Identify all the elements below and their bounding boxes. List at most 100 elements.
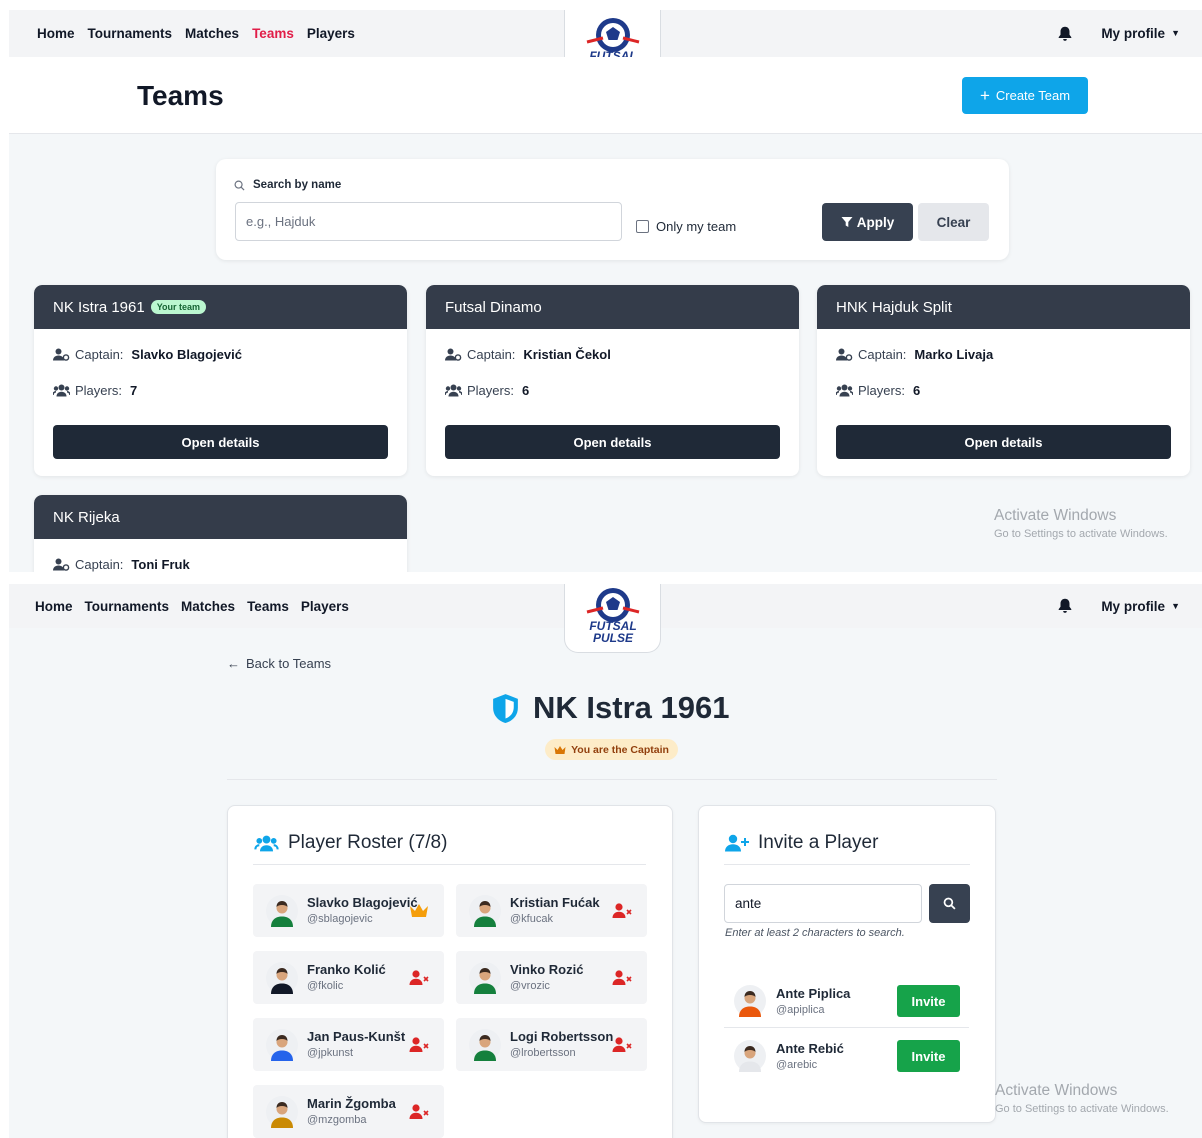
roster-player[interactable]: Logi Robertsson @lrobertsson: [456, 1018, 647, 1071]
player-username: @vrozic: [510, 980, 550, 992]
watermark-subtitle: Go to Settings to activate Windows.: [994, 528, 1168, 540]
apply-button[interactable]: Apply: [822, 203, 913, 241]
player-username: @kfucak: [510, 913, 553, 925]
roster-player[interactable]: Kristian Fućak @kfucak: [456, 884, 647, 937]
user-remove-icon[interactable]: [409, 969, 429, 987]
user-remove-icon[interactable]: [612, 969, 632, 987]
player-name: Logi Robertsson: [510, 1029, 614, 1044]
section-divider: [227, 779, 997, 780]
players-label: Players:: [858, 383, 905, 398]
nav-matches[interactable]: Matches: [185, 26, 239, 41]
nav-teams[interactable]: Teams: [252, 26, 294, 41]
players-label: Players:: [75, 383, 122, 398]
players-row: Players: 7: [53, 383, 137, 398]
player-avatar: [266, 1029, 298, 1061]
team-card-header: Futsal Dinamo: [426, 285, 799, 329]
candidate-username: @arebic: [776, 1059, 818, 1071]
captain-badge-text: You are the Captain: [571, 743, 669, 756]
only-my-team-toggle[interactable]: Only my team: [636, 219, 736, 234]
arrow-left-icon: ←: [227, 656, 240, 671]
nav-players[interactable]: Players: [301, 599, 349, 614]
player-name: Franko Kolić: [307, 962, 386, 977]
player-username: @sblagojevic: [307, 913, 373, 925]
crown-icon: [554, 745, 566, 754]
candidate-name: Ante Piplica: [776, 986, 851, 1001]
futsal-pulse-logo: FUTSAL PULSE: [586, 588, 639, 645]
player-name: Vinko Rozić: [510, 962, 584, 977]
create-team-button[interactable]: + Create Team: [962, 77, 1088, 114]
apply-label: Apply: [856, 214, 895, 230]
roster-player[interactable]: Vinko Rozić @vrozic: [456, 951, 647, 1004]
nav-players[interactable]: Players: [307, 26, 355, 41]
user-remove-icon[interactable]: [409, 1036, 429, 1054]
captain-row: Captain: Marko Livaja: [836, 347, 993, 362]
player-name: Kristian Fućak: [510, 895, 600, 910]
nav-matches[interactable]: Matches: [181, 599, 235, 614]
user-remove-icon[interactable]: [612, 1036, 632, 1054]
create-team-label: Create Team: [995, 88, 1071, 103]
roster-title: Player Roster (7/8): [288, 832, 448, 853]
players-count: 6: [912, 383, 921, 398]
user-tie-icon: [836, 348, 853, 361]
roster-player[interactable]: Marin Žgomba @mzgomba: [253, 1085, 444, 1138]
team-title: NK Istra 1961: [489, 690, 729, 726]
filter-icon: [841, 217, 853, 227]
user-remove-icon[interactable]: [409, 1103, 429, 1121]
roster-player[interactable]: Slavko Blagojević @sblagojevic: [253, 884, 444, 937]
invite-divider: [724, 864, 970, 865]
invite-candidate: Ante Piplica @apiplica Invite: [724, 974, 969, 1028]
players-row: Players: 6: [836, 383, 920, 398]
open-details-button[interactable]: Open details: [53, 425, 388, 459]
player-username: @fkolic: [307, 980, 344, 992]
player-name: Jan Paus-Kunšt: [307, 1029, 406, 1044]
player-avatar: [734, 985, 766, 1017]
brand-line2: PULSE: [592, 631, 633, 645]
user-remove-icon[interactable]: [612, 902, 632, 920]
user-plus-icon: [725, 834, 749, 852]
users-icon: [53, 384, 70, 397]
captain-label: Captain:: [75, 347, 124, 362]
profile-menu[interactable]: My profile ▼: [1101, 599, 1180, 614]
search-input[interactable]: e.g., Hajduk: [235, 202, 622, 241]
team-card: NK Rijeka Captain: Toni Fruk: [34, 495, 407, 572]
team-detail-screen: Home Tournaments Matches Teams Players M…: [9, 584, 1202, 1138]
only-my-team-checkbox[interactable]: [636, 220, 649, 233]
nav-tournaments[interactable]: Tournaments: [85, 599, 170, 614]
invite-search-value: ante: [735, 896, 762, 911]
back-to-teams-link[interactable]: ← Back to Teams: [227, 656, 331, 671]
nav-links: Home Tournaments Matches Teams Players: [35, 599, 349, 614]
roster-player[interactable]: Franko Kolić @fkolic: [253, 951, 444, 1004]
caret-down-icon: ▼: [1171, 28, 1180, 38]
captain-label: Captain:: [467, 347, 516, 362]
captain-row: Captain: Toni Fruk: [53, 557, 190, 572]
brand-logo[interactable]: FUTSAL PULSE: [564, 584, 661, 653]
profile-menu[interactable]: My profile ▼: [1101, 26, 1180, 41]
player-avatar: [266, 962, 298, 994]
bell-icon[interactable]: [1056, 597, 1074, 615]
team-card: NK Istra 1961 Your team Captain: Slavko …: [34, 285, 407, 476]
player-name: Slavko Blagojević: [307, 895, 418, 910]
roster-player[interactable]: Jan Paus-Kunšt @jpkunst: [253, 1018, 444, 1071]
clear-button[interactable]: Clear: [918, 203, 989, 241]
player-avatar: [266, 1096, 298, 1128]
captain-name: Marko Livaja: [914, 347, 994, 362]
player-username: @mzgomba: [307, 1114, 367, 1126]
players-count: 6: [521, 383, 530, 398]
invite-search-input[interactable]: ante: [724, 884, 922, 923]
captain-name: Slavko Blagojević: [131, 347, 242, 362]
team-card-header: HNK Hajduk Split: [817, 285, 1190, 329]
bell-icon[interactable]: [1056, 25, 1074, 43]
nav-home[interactable]: Home: [35, 599, 73, 614]
watermark-title: Activate Windows: [994, 507, 1117, 524]
open-details-button[interactable]: Open details: [836, 425, 1171, 459]
invite-header: Invite a Player: [725, 832, 878, 854]
invite-search-button[interactable]: [929, 884, 970, 923]
nav-tournaments[interactable]: Tournaments: [88, 26, 173, 41]
captain-row: Captain: Kristian Čekol: [445, 347, 611, 362]
candidate-username: @apiplica: [776, 1004, 825, 1016]
open-details-button[interactable]: Open details: [445, 425, 780, 459]
nav-home[interactable]: Home: [37, 26, 75, 41]
nav-teams[interactable]: Teams: [247, 599, 289, 614]
invite-button[interactable]: Invite: [897, 1040, 960, 1072]
invite-button[interactable]: Invite: [897, 985, 960, 1017]
